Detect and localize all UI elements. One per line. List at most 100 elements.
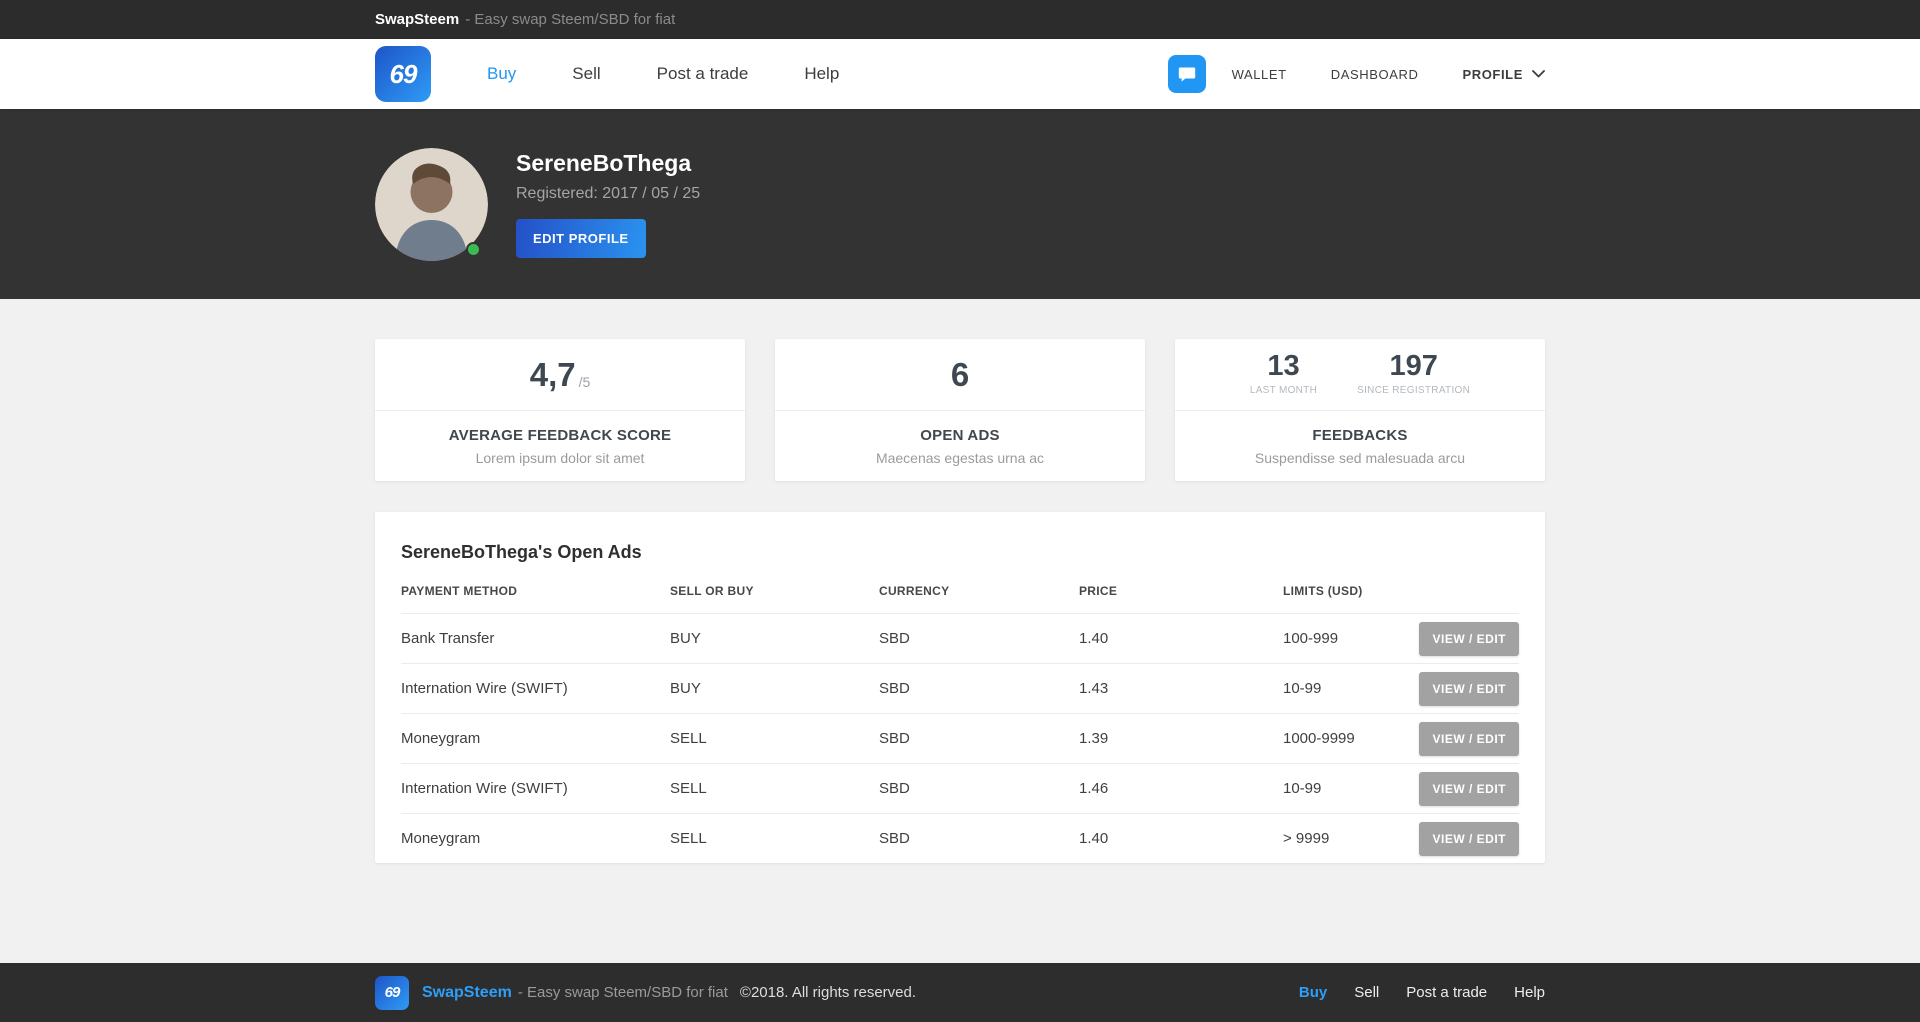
navbar: 69 Buy Sell Post a trade Help WALLET DAS… (0, 39, 1920, 109)
profile-hero: SereneBoThega Registered: 2017 / 05 / 25… (0, 109, 1920, 299)
cell-limits: 1000-9999 (1283, 730, 1355, 747)
footer-tagline: - Easy swap Steem/SBD for fiat (517, 984, 728, 1001)
view-edit-button[interactable]: VIEW / EDIT (1419, 721, 1519, 756)
table-row: Internation Wire (SWIFT) SELL SBD 1.46 1… (401, 763, 1519, 813)
open-ads-value-area: 6 (775, 339, 1145, 411)
cell-payment-method: Moneygram (401, 830, 481, 847)
cell-price: 1.39 (1079, 730, 1109, 747)
feedback-score-denominator: /5 (578, 373, 591, 390)
feedbacks-last-month: 13 LAST MONTH (1249, 350, 1318, 396)
cell-side: SELL (670, 730, 707, 747)
feedbacks-since-value: 197 (1389, 350, 1438, 382)
feedback-score-subtitle: Lorem ipsum dolor sit amet (475, 449, 645, 466)
hero-text: SereneBoThega Registered: 2017 / 05 / 25… (516, 150, 700, 258)
logo-glyph: 69 (389, 58, 418, 89)
view-edit-button[interactable]: VIEW / EDIT (1419, 671, 1519, 706)
table-row: Moneygram SELL SBD 1.39 1000-9999 VIEW /… (401, 713, 1519, 763)
cell-price: 1.43 (1079, 680, 1109, 697)
open-ads-title: OPEN ADS (920, 426, 1000, 444)
edit-profile-button[interactable]: EDIT PROFILE (516, 219, 646, 258)
registered-date: Registered: 2017 / 05 / 25 (516, 185, 701, 202)
feedbacks-title: FEEDBACKS (1312, 426, 1408, 444)
main-content: 4,7 /5 AVERAGE FEEDBACK SCORE Lorem ipsu… (0, 299, 1920, 963)
footer-link-sell[interactable]: Sell (1354, 984, 1379, 1001)
footer-brand: SwapSteem (422, 983, 512, 1001)
footer-link-post-a-trade[interactable]: Post a trade (1406, 984, 1487, 1001)
chat-button[interactable] (1167, 55, 1206, 93)
cell-payment-method: Bank Transfer (401, 630, 495, 647)
footer-logo[interactable]: 69 (375, 975, 409, 1010)
chat-bubble-icon (1178, 67, 1195, 82)
footer-copyright: ©2018. All rights reserved. (739, 984, 917, 1001)
footer: 69 SwapSteem - Easy swap Steem/SBD for f… (0, 963, 1920, 1022)
feedback-score-value: 4,7 (529, 355, 576, 393)
topbar: SwapSteem - Easy swap Steem/SBD for fiat (0, 0, 1920, 39)
topbar-brand: SwapSteem (375, 11, 460, 28)
profile-label: PROFILE (1462, 66, 1523, 82)
footer-nav: Buy Sell Post a trade Help (1299, 984, 1545, 1001)
view-edit-button[interactable]: VIEW / EDIT (1419, 821, 1519, 856)
nav-link-post-a-trade[interactable]: Post a trade (657, 64, 749, 84)
feedback-score-title: AVERAGE FEEDBACK SCORE (448, 426, 672, 444)
feedbacks-subtitle: Suspendisse sed malesuada arcu (1254, 449, 1466, 466)
feedbacks-since-registration: 197 SINCE REGISTRATION (1357, 350, 1471, 396)
cell-price: 1.40 (1079, 830, 1109, 847)
cell-limits: > 9999 (1283, 830, 1330, 847)
footer-link-help[interactable]: Help (1514, 984, 1545, 1001)
view-edit-button[interactable]: VIEW / EDIT (1419, 771, 1519, 806)
cell-payment-method: Moneygram (401, 730, 481, 747)
feedbacks-card: 13 LAST MONTH 197 SINCE REGISTRATION FEE… (1175, 339, 1545, 481)
cell-currency: SBD (879, 730, 910, 747)
average-feedback-score-card: 4,7 /5 AVERAGE FEEDBACK SCORE Lorem ipsu… (375, 339, 745, 481)
cell-side: SELL (670, 780, 707, 797)
cell-currency: SBD (879, 830, 910, 847)
chevron-down-icon (1532, 70, 1545, 78)
nav-link-buy[interactable]: Buy (487, 64, 516, 84)
footer-logo-glyph: 69 (384, 984, 401, 1001)
table-row: Moneygram SELL SBD 1.40 > 9999 VIEW / ED… (401, 813, 1519, 863)
nav-link-sell[interactable]: Sell (572, 64, 600, 84)
swapsteem-logo[interactable]: 69 (375, 46, 431, 102)
cell-price: 1.40 (1079, 630, 1109, 647)
stats-row: 4,7 /5 AVERAGE FEEDBACK SCORE Lorem ipsu… (375, 339, 1545, 481)
table-row: Internation Wire (SWIFT) BUY SBD 1.43 10… (401, 663, 1519, 713)
cell-price: 1.46 (1079, 780, 1109, 797)
col-header-price: PRICE (1079, 584, 1118, 598)
cell-side: BUY (670, 680, 701, 697)
cell-currency: SBD (879, 630, 910, 647)
cell-currency: SBD (879, 680, 910, 697)
cell-payment-method: Internation Wire (SWIFT) (401, 780, 568, 797)
feedbacks-since-label: SINCE REGISTRATION (1357, 384, 1471, 396)
topbar-tagline: - Easy swap Steem/SBD for fiat (465, 11, 676, 28)
feedbacks-value-area: 13 LAST MONTH 197 SINCE REGISTRATION (1175, 339, 1545, 411)
col-header-limits: LIMITS (USD) (1283, 584, 1363, 598)
footer-link-buy[interactable]: Buy (1299, 984, 1327, 1001)
nav-link-dashboard[interactable]: DASHBOARD (1331, 67, 1419, 82)
online-status-dot (466, 241, 481, 257)
col-header-payment-method: PAYMENT METHOD (401, 584, 518, 598)
cell-limits: 10-99 (1283, 780, 1322, 797)
cell-side: BUY (670, 630, 701, 647)
nav-link-profile[interactable]: PROFILE (1462, 67, 1545, 82)
main-nav: Buy Sell Post a trade Help (487, 64, 839, 84)
col-header-currency: CURRENCY (879, 584, 950, 598)
col-header-sell-or-buy: SELL OR BUY (670, 584, 754, 598)
open-ads-table-card: SereneBoThega's Open Ads PAYMENT METHOD … (375, 512, 1545, 863)
cell-limits: 100-999 (1283, 630, 1339, 647)
cell-limits: 10-99 (1283, 680, 1322, 697)
feedbacks-last-month-label: LAST MONTH (1249, 384, 1318, 396)
avatar (375, 147, 488, 261)
nav-link-help[interactable]: Help (804, 64, 839, 84)
nav-right: WALLET DASHBOARD PROFILE (1167, 55, 1545, 93)
ads-table-header: PAYMENT METHOD SELL OR BUY CURRENCY PRIC… (401, 569, 1519, 613)
feedbacks-last-month-value: 13 (1267, 350, 1300, 382)
username: SereneBoThega (516, 150, 692, 176)
cell-payment-method: Internation Wire (SWIFT) (401, 680, 568, 697)
nav-link-wallet[interactable]: WALLET (1232, 67, 1287, 82)
cell-side: SELL (670, 830, 707, 847)
open-ads-value: 6 (950, 355, 970, 393)
feedback-score-value-area: 4,7 /5 (375, 339, 745, 411)
open-ads-card: 6 OPEN ADS Maecenas egestas urna ac (775, 339, 1145, 481)
view-edit-button[interactable]: VIEW / EDIT (1419, 621, 1519, 656)
open-ads-subtitle: Maecenas egestas urna ac (875, 449, 1045, 466)
